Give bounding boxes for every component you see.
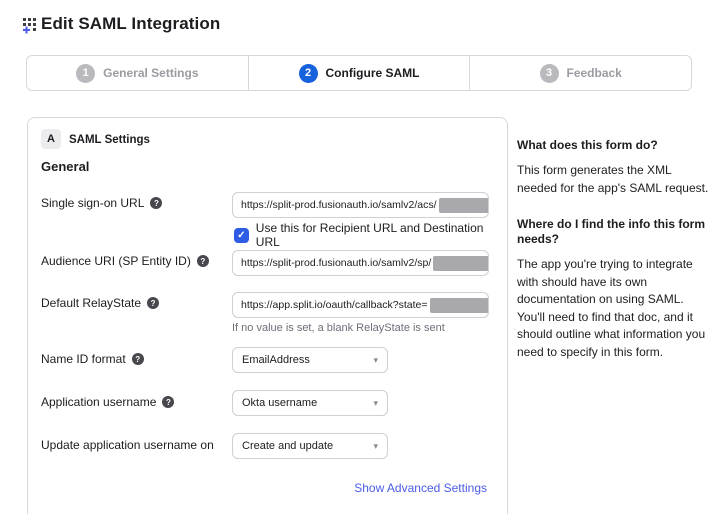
application-username-select[interactable]: Okta username ▾: [232, 390, 388, 416]
sso-url-input[interactable]: https://split-prod.fusionauth.io/samlv2/…: [232, 192, 489, 218]
relay-state-label: Default RelayState ?: [41, 296, 159, 310]
help-icon[interactable]: ?: [197, 255, 209, 267]
redacted-value-block: [430, 298, 490, 313]
recipient-url-checkbox[interactable]: ✓: [234, 228, 249, 243]
help-icon[interactable]: ?: [162, 396, 174, 408]
step-label: Configure SAML: [326, 66, 420, 80]
step-number-badge: 1: [76, 64, 95, 83]
section-title: SAML Settings: [69, 134, 150, 146]
update-application-username-label: Update application username on: [41, 438, 214, 452]
redacted-value-block: [433, 256, 489, 271]
group-title-general: General: [41, 159, 89, 174]
help-icon[interactable]: ?: [147, 297, 159, 309]
page-header: Edit SAML Integration: [22, 14, 220, 34]
help-sidebar: What does this form do? This form genera…: [517, 138, 710, 381]
recipient-url-checkbox-row: ✓ Use this for Recipient URL and Destina…: [234, 221, 507, 249]
sso-url-label: Single sign-on URL ?: [41, 196, 162, 210]
chevron-down-icon: ▾: [373, 355, 378, 366]
update-application-username-value: Create and update: [242, 440, 333, 452]
name-id-format-value: EmailAddress: [242, 354, 310, 366]
sidebar-paragraph: The app you're trying to integrate with …: [517, 256, 710, 361]
update-application-username-select[interactable]: Create and update ▾: [232, 433, 388, 459]
app-grid-plus-icon: [22, 17, 39, 34]
page-title: Edit SAML Integration: [41, 14, 220, 34]
step-configure-saml[interactable]: 2 Configure SAML: [248, 56, 470, 90]
sidebar-paragraph: This form generates the XML needed for t…: [517, 162, 710, 197]
audience-uri-input[interactable]: https://split-prod.fusionauth.io/samlv2/…: [232, 250, 489, 276]
chevron-down-icon: ▾: [373, 441, 378, 452]
name-id-format-label: Name ID format ?: [41, 352, 144, 366]
redacted-value-block: [439, 198, 489, 213]
show-advanced-settings-link[interactable]: Show Advanced Settings: [354, 481, 487, 495]
relay-state-input[interactable]: https://app.split.io/oauth/callback?stat…: [232, 292, 489, 318]
sidebar-heading: What does this form do?: [517, 138, 710, 153]
step-label: Feedback: [567, 66, 622, 80]
saml-settings-panel: A SAML Settings General Single sign-on U…: [27, 117, 508, 514]
step-general-settings[interactable]: 1 General Settings: [27, 56, 248, 90]
audience-uri-value: https://split-prod.fusionauth.io/samlv2/…: [241, 257, 431, 269]
relay-state-value: https://app.split.io/oauth/callback?stat…: [241, 299, 428, 311]
step-feedback[interactable]: 3 Feedback: [469, 56, 691, 90]
help-icon[interactable]: ?: [132, 353, 144, 365]
step-label: General Settings: [103, 66, 198, 80]
recipient-url-checkbox-label[interactable]: Use this for Recipient URL and Destinati…: [256, 221, 507, 249]
wizard-stepper: 1 General Settings 2 Configure SAML 3 Fe…: [26, 55, 692, 91]
step-number-badge: 2: [299, 64, 318, 83]
sidebar-heading: Where do I find the info this form needs…: [517, 217, 710, 247]
name-id-format-select[interactable]: EmailAddress ▾: [232, 347, 388, 373]
sso-url-value: https://split-prod.fusionauth.io/samlv2/…: [241, 199, 437, 211]
application-username-value: Okta username: [242, 397, 317, 409]
step-number-badge: 3: [540, 64, 559, 83]
application-username-label: Application username ?: [41, 395, 174, 409]
section-badge-a: A: [41, 129, 61, 149]
relay-state-helper-text: If no value is set, a blank RelayState i…: [232, 322, 445, 334]
chevron-down-icon: ▾: [373, 398, 378, 409]
audience-uri-label: Audience URI (SP Entity ID) ?: [41, 254, 209, 268]
help-icon[interactable]: ?: [150, 197, 162, 209]
